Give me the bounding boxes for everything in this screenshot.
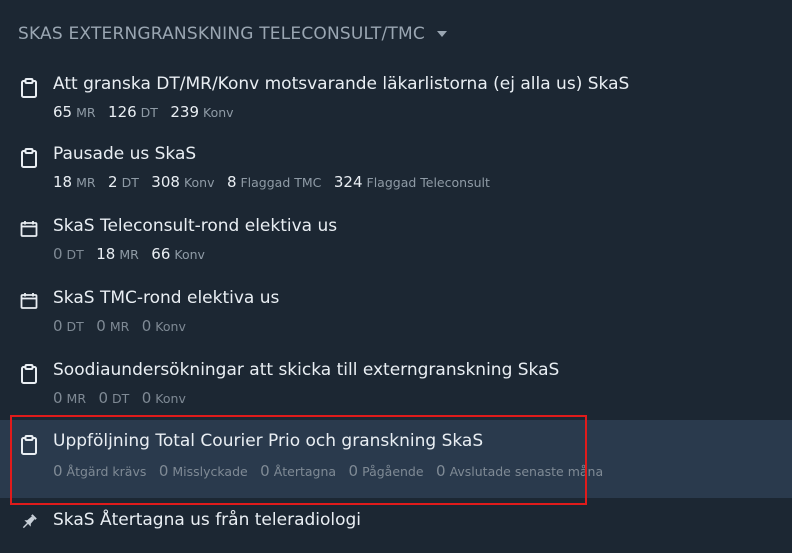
stat-count: 2 xyxy=(108,173,118,191)
worklist-item-title: SkaS Teleconsult-rond elektiva us xyxy=(53,216,338,236)
stat-label: MR xyxy=(76,175,96,190)
stat-label: Avslutade senaste måna xyxy=(449,464,604,479)
stat-label: Återtagna xyxy=(273,464,337,479)
worklist-item[interactable]: SkaS Återtagna us från teleradiologi xyxy=(0,506,792,542)
worklist-item-stats: 0 Åtgärd krävs 0 Misslyckade 0 Återtagna 0P… xyxy=(53,462,611,480)
worklist-item[interactable]: Att granska DT/MR/Konv motsvarande läkar… xyxy=(0,70,792,126)
clipboard-icon xyxy=(20,148,38,168)
worklist-item-selected[interactable]: Uppföljning Total Courier Prio och grans… xyxy=(0,420,792,498)
worklist-item-title: Uppföljning Total Courier Prio och grans… xyxy=(53,431,484,451)
stat-label: Flaggad TMC xyxy=(240,175,322,190)
worklist-item-title: Att granska DT/MR/Konv motsvarande läkar… xyxy=(53,74,630,94)
stat-count: 0 xyxy=(53,245,63,263)
dropdown-caret-icon[interactable] xyxy=(436,31,447,37)
worklist-panel: SKAS EXTERNGRANSKNING TELECONSULT/TMC At… xyxy=(0,0,792,553)
stat-count: 65 xyxy=(53,103,73,121)
worklist-item-title: SkaS Återtagna us från teleradiologi xyxy=(53,510,362,530)
stat-count: 0 xyxy=(98,389,109,407)
stat-label: DT xyxy=(121,175,139,190)
stat-label: Flaggad Teleconsult xyxy=(366,175,490,190)
stat-count: 0 xyxy=(53,317,63,335)
stat-label: Konv xyxy=(203,105,234,120)
worklist-item-stats: 0 DT 18 MR 66 Konv xyxy=(53,245,213,263)
stat-label: Pågående xyxy=(362,464,424,479)
worklist-item[interactable]: Pausade us SkaS 18 MR 2 DT 308 Konv 8 Flagga… xyxy=(0,140,792,196)
stat-count: 0 xyxy=(141,317,152,335)
worklist-item-stats: 0 DT 0 MR 0 Konv xyxy=(53,317,194,335)
stat-label: DT xyxy=(112,391,130,406)
stat-count: 0 xyxy=(53,389,63,407)
section-title: SKAS EXTERNGRANSKNING TELECONSULT/TMC xyxy=(18,24,425,44)
worklist-item[interactable]: SkaS Teleconsult-rond elektiva us 0 DT 18… xyxy=(0,212,792,268)
stat-count: 239 xyxy=(170,103,200,121)
calendar-icon xyxy=(20,292,38,310)
worklist-item-stats: 18 MR 2 DT 308 Konv 8 Flaggad TMC 324 Flaggad… xyxy=(53,173,498,191)
stat-count: 0 xyxy=(348,462,359,480)
clipboard-icon xyxy=(20,435,38,455)
section-header[interactable]: SKAS EXTERNGRANSKNING TELECONSULT/TMC xyxy=(18,20,447,48)
stat-count: 0 xyxy=(436,462,446,480)
stat-label: Konv xyxy=(183,175,215,190)
stat-label: MR xyxy=(109,319,130,334)
calendar-icon xyxy=(20,220,38,238)
clipboard-icon xyxy=(20,364,38,384)
stat-count: 18 xyxy=(96,245,116,263)
worklist-item-title: Soodiaundersökningar att skicka till ext… xyxy=(53,360,560,380)
worklist-item-title: Pausade us SkaS xyxy=(53,144,197,164)
worklist-item-title: SkaS TMC-rond elektiva us xyxy=(53,288,280,308)
stat-count: 0 xyxy=(141,389,152,407)
stat-count: 0 xyxy=(158,462,169,480)
stat-label: DT xyxy=(140,105,158,120)
stat-count: 8 xyxy=(226,173,237,191)
stat-label: Konv xyxy=(155,391,186,406)
worklist-item[interactable]: SkaS TMC-rond elektiva us 0 DT 0 MR 0 Konv xyxy=(0,284,792,340)
pin-icon xyxy=(20,513,38,531)
stat-label: MR xyxy=(119,247,139,262)
stat-count: 126 xyxy=(108,103,137,121)
clipboard-icon xyxy=(20,78,38,98)
stat-label: MR xyxy=(76,105,96,120)
stat-count: 308 xyxy=(151,173,180,191)
stat-label: MR xyxy=(66,391,87,406)
worklist-item-stats: 65 MR 126 DT 239 Konv xyxy=(53,103,242,121)
stat-label: DT xyxy=(66,319,84,334)
stat-label: Åtgärd krävs xyxy=(66,464,147,479)
stat-count: 0 xyxy=(260,462,270,480)
stat-label: Misslyckade xyxy=(172,464,248,479)
stat-count: 66 xyxy=(151,245,171,263)
stat-count: 0 xyxy=(96,317,106,335)
stat-label: Konv xyxy=(155,319,186,334)
stat-count: 324 xyxy=(333,173,363,191)
stat-label: DT xyxy=(66,247,84,262)
worklist-item-stats: 0 MR 0 DT 0 Konv xyxy=(53,389,194,407)
stat-label: Konv xyxy=(174,247,205,262)
worklist-item[interactable]: Soodiaundersökningar att skicka till ext… xyxy=(0,356,792,412)
stat-count: 18 xyxy=(53,173,73,191)
stat-count: 0 xyxy=(53,462,63,480)
